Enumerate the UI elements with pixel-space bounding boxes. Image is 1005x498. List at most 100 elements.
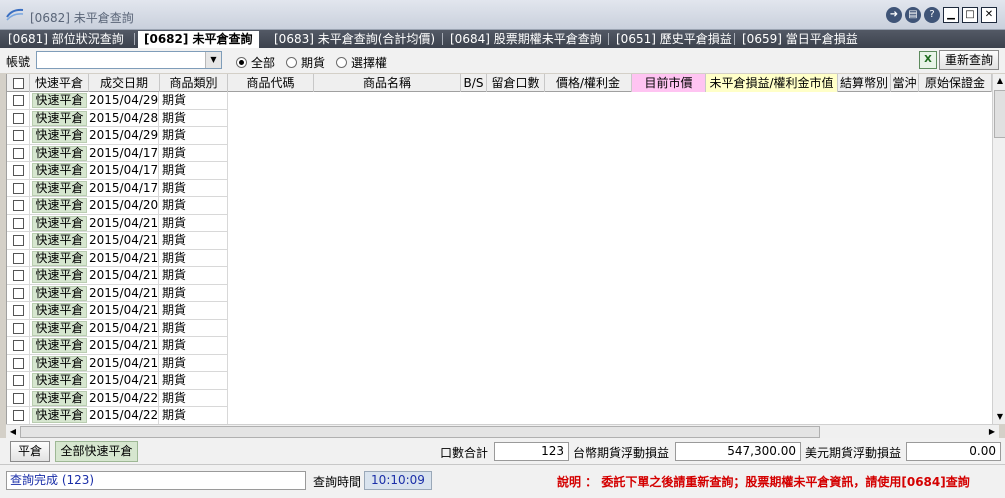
excel-export-icon[interactable]: X: [919, 51, 937, 69]
row-checkbox[interactable]: [7, 92, 30, 109]
table-row[interactable]: 快速平倉 2015/04/21 期貨: [7, 214, 228, 232]
col-market-price[interactable]: 目前市價: [632, 74, 706, 92]
quick-close-button[interactable]: 快速平倉: [32, 180, 87, 196]
quick-close-button[interactable]: 快速平倉: [32, 338, 87, 353]
tab-0681[interactable]: [0681] 部位狀況查詢: [2, 30, 130, 48]
tab-0683[interactable]: [0683] 未平倉查詢(合計均價): [268, 30, 441, 48]
table-row[interactable]: 快速平倉 2015/04/21 期貨: [7, 337, 228, 355]
tab-0651[interactable]: [0651] 歷史平倉損益: [610, 30, 738, 48]
row-checkbox[interactable]: [7, 197, 30, 214]
col-trade-date[interactable]: 成交日期: [89, 74, 160, 92]
row-checkbox[interactable]: [7, 127, 30, 144]
tab-0682[interactable]: [0682] 未平倉查詢: [138, 31, 259, 48]
quick-close-button[interactable]: 快速平倉: [32, 145, 87, 161]
col-product-type[interactable]: 商品類別: [160, 74, 228, 92]
col-quick-close[interactable]: 快速平倉: [30, 74, 89, 92]
row-checkbox[interactable]: [7, 267, 30, 284]
tab-0684[interactable]: [0684] 股票期權未平倉查詢: [444, 30, 608, 48]
help-icon[interactable]: ?: [924, 7, 940, 23]
quick-close-button[interactable]: 快速平倉: [32, 163, 87, 178]
col-initial-margin[interactable]: 原始保證金: [919, 74, 992, 92]
row-checkbox[interactable]: [7, 232, 30, 249]
minimize-icon[interactable]: ▁: [943, 7, 959, 23]
row-checkbox[interactable]: [7, 407, 30, 424]
quick-close-button[interactable]: 快速平倉: [32, 128, 87, 143]
radio-options[interactable]: 選擇權: [336, 54, 387, 71]
pin-icon[interactable]: ➜: [886, 7, 902, 23]
select-all-checkbox[interactable]: [7, 74, 30, 92]
scroll-thumb-h[interactable]: [20, 426, 820, 438]
radio-dot[interactable]: [286, 57, 297, 68]
quick-close-button[interactable]: 快速平倉: [32, 303, 87, 318]
row-checkbox[interactable]: [7, 109, 30, 127]
chevron-down-icon[interactable]: ▼: [205, 52, 221, 68]
table-row[interactable]: 快速平倉 2015/04/17 期貨: [7, 144, 228, 162]
col-open-qty[interactable]: 留倉口數: [487, 74, 545, 92]
requery-button[interactable]: 重新查詢: [939, 50, 999, 70]
scroll-left-icon[interactable]: ◀: [6, 425, 20, 439]
quick-close-button[interactable]: 快速平倉: [32, 110, 87, 126]
quick-close-button[interactable]: 快速平倉: [32, 390, 87, 406]
maximize-icon[interactable]: □: [962, 7, 978, 23]
row-checkbox[interactable]: [7, 302, 30, 319]
col-product-code[interactable]: 商品代碼: [228, 74, 314, 92]
radio-dot[interactable]: [236, 57, 247, 68]
quick-close-button[interactable]: 快速平倉: [32, 320, 87, 336]
radio-dot[interactable]: [336, 57, 347, 68]
quick-close-button[interactable]: 快速平倉: [32, 355, 87, 371]
print-icon[interactable]: ▤: [905, 7, 921, 23]
table-row[interactable]: 快速平倉 2015/04/17 期貨: [7, 179, 228, 197]
col-unrealized-pnl[interactable]: 未平倉損益/權利金市值: [706, 74, 838, 92]
table-row[interactable]: 快速平倉2015/04/22期貨: [7, 407, 228, 425]
row-checkbox[interactable]: [7, 214, 30, 232]
row-checkbox[interactable]: [7, 179, 30, 197]
row-checkbox[interactable]: [7, 372, 30, 389]
close-all-button[interactable]: 全部快速平倉: [55, 441, 138, 462]
row-checkbox[interactable]: [7, 144, 30, 162]
quick-close-button[interactable]: 快速平倉: [32, 373, 87, 388]
col-currency[interactable]: 結算幣別: [838, 74, 891, 92]
scroll-thumb[interactable]: [994, 90, 1005, 138]
scroll-down-icon[interactable]: ▼: [993, 410, 1005, 424]
scroll-right-icon[interactable]: ▶: [985, 425, 999, 439]
row-checkbox[interactable]: [7, 389, 30, 407]
quick-close-button[interactable]: 快速平倉: [32, 198, 87, 213]
quick-close-button[interactable]: 快速平倉: [32, 285, 87, 301]
row-checkbox[interactable]: [7, 319, 30, 337]
col-product-name[interactable]: 商品名稱: [314, 74, 461, 92]
close-position-button[interactable]: 平倉: [10, 441, 50, 462]
radio-futures[interactable]: 期貨: [286, 54, 325, 71]
table-row[interactable]: 快速平倉 2015/04/21 期貨: [7, 319, 228, 337]
horizontal-scrollbar[interactable]: ◀ ▶: [6, 424, 999, 438]
row-checkbox[interactable]: [7, 249, 30, 267]
close-icon[interactable]: ✕: [981, 7, 997, 23]
quick-close-button[interactable]: 快速平倉: [32, 250, 87, 266]
quick-close-button[interactable]: 快速平倉: [32, 408, 87, 423]
row-checkbox[interactable]: [7, 162, 30, 179]
table-row[interactable]: 快速平倉 2015/04/29 期貨: [7, 127, 228, 145]
table-row[interactable]: 快速平倉 2015/04/21 期貨: [7, 249, 228, 267]
table-row[interactable]: 快速平倉 2015/04/28 期貨: [7, 109, 228, 127]
table-row[interactable]: 快速平倉 2015/04/21 期貨: [7, 354, 228, 372]
quick-close-button[interactable]: 快速平倉: [32, 268, 87, 283]
col-price[interactable]: 價格/權利金: [545, 74, 632, 92]
account-select[interactable]: ▼: [36, 51, 222, 69]
quick-close-button[interactable]: 快速平倉: [32, 215, 87, 231]
row-checkbox[interactable]: [7, 354, 30, 372]
vertical-scrollbar[interactable]: ▲ ▼: [992, 74, 1005, 424]
radio-all[interactable]: 全部: [236, 54, 275, 71]
table-row[interactable]: 快速平倉 2015/04/29 期貨: [7, 92, 228, 110]
table-row[interactable]: 快速平倉 2015/04/21 期貨: [7, 232, 228, 250]
col-bs[interactable]: B/S: [461, 74, 487, 92]
table-row[interactable]: 快速平倉2015/04/22期貨: [7, 389, 228, 407]
table-row[interactable]: 快速平倉 2015/04/21 期貨: [7, 267, 228, 285]
table-row[interactable]: 快速平倉 2015/04/21 期貨: [7, 284, 228, 302]
col-daytrade[interactable]: 當沖: [891, 74, 919, 92]
table-row[interactable]: 快速平倉 2015/04/17 期貨: [7, 162, 228, 180]
tab-0659[interactable]: [0659] 當日平倉損益: [736, 30, 864, 48]
scroll-up-icon[interactable]: ▲: [993, 74, 1005, 88]
table-row[interactable]: 快速平倉 2015/04/20 期貨: [7, 197, 228, 215]
row-checkbox[interactable]: [7, 337, 30, 354]
quick-close-button[interactable]: 快速平倉: [32, 93, 87, 108]
quick-close-button[interactable]: 快速平倉: [32, 233, 87, 248]
